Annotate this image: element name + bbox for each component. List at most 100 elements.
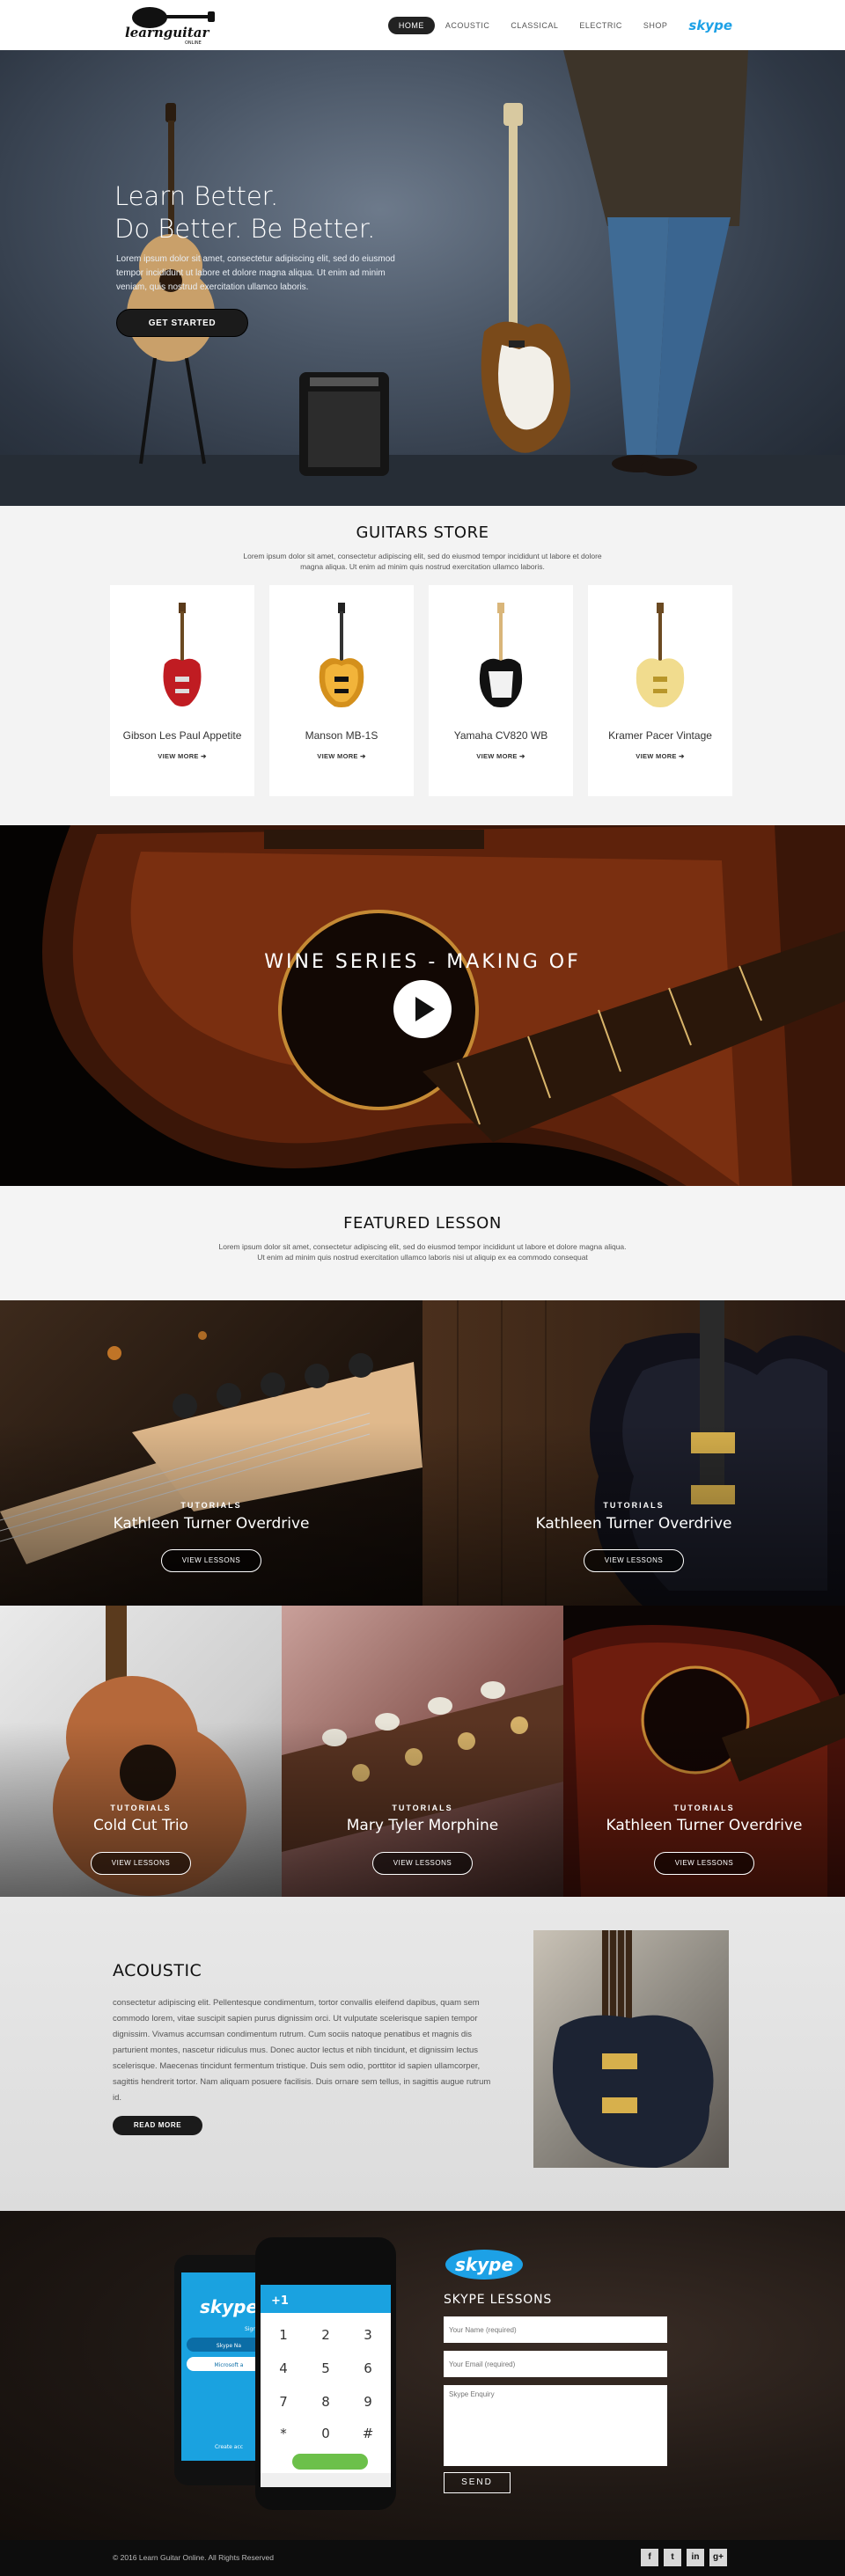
view-lessons-button[interactable]: VIEW LESSONS	[654, 1852, 754, 1875]
linkedin-icon[interactable]: in	[687, 2549, 704, 2566]
amplifier-illustration	[299, 372, 389, 476]
product-card[interactable]: Yamaha CV820 WB VIEW MORE ➔	[429, 585, 573, 796]
tablet-skype-logo: skype	[200, 2296, 258, 2317]
view-more-link[interactable]: VIEW MORE ➔	[588, 752, 732, 760]
view-lessons-button[interactable]: VIEW LESSONS	[584, 1549, 684, 1572]
dial-key: 6	[364, 2360, 372, 2376]
dial-key: 3	[364, 2327, 372, 2343]
facebook-icon[interactable]: f	[641, 2549, 658, 2566]
lesson-name: Cold Cut Trio	[93, 1817, 188, 1834]
hero-title-line2: Do Better. Be Better.	[114, 214, 376, 244]
nav-skype-logo[interactable]: skype	[688, 18, 732, 33]
lesson-grid-row-1: TUTORIALS Kathleen Turner Overdrive VIEW…	[0, 1300, 845, 1606]
dial-number: +1	[271, 2294, 289, 2308]
lesson-tile[interactable]: TUTORIALS Cold Cut Trio VIEW LESSONS	[0, 1606, 282, 1897]
nav-acoustic[interactable]: ACOUSTIC	[435, 17, 501, 34]
nav-electric[interactable]: ELECTRIC	[569, 17, 633, 34]
product-name: Yamaha CV820 WB	[453, 729, 548, 742]
skype-lessons-title: SKYPE LESSONS	[444, 2293, 553, 2307]
view-more-link[interactable]: VIEW MORE ➔	[429, 752, 573, 760]
dial-key: 4	[279, 2360, 288, 2376]
guitars-store-section: GUITARS STORE Lorem ipsum dolor sit amet…	[0, 506, 845, 825]
header: learnguitar ONLINE HOME ACOUSTIC CLASSIC…	[0, 0, 845, 50]
product-card[interactable]: Kramer Pacer Vintage VIEW MORE ➔	[588, 585, 732, 796]
lesson-name: Kathleen Turner Overdrive	[535, 1515, 732, 1533]
lesson-tag: TUTORIALS	[673, 1804, 735, 1812]
featured-subtitle-line2: Ut enim ad minim quis nostrud exercitati…	[257, 1253, 588, 1262]
lesson-tile[interactable]: TUTORIALS Kathleen Turner Overdrive VIEW…	[422, 1300, 845, 1606]
social-links: f t in g+	[641, 2549, 727, 2566]
lesson-tile[interactable]: TUTORIALS Kathleen Turner Overdrive VIEW…	[563, 1606, 845, 1897]
lesson-tag: TUTORIALS	[180, 1501, 242, 1510]
store-subtitle-line1: Lorem ipsum dolor sit amet, consectetur …	[243, 552, 602, 560]
view-lessons-button[interactable]: VIEW LESSONS	[161, 1549, 261, 1572]
featured-subtitle: Lorem ipsum dolor sit amet, consectetur …	[194, 1241, 651, 1262]
guitar-black-image	[479, 603, 523, 707]
product-name: Manson MB-1S	[305, 729, 378, 742]
email-field[interactable]	[444, 2351, 667, 2377]
video-section: WINE SERIES - MAKING OF	[0, 825, 845, 1186]
lesson-tag: TUTORIALS	[110, 1804, 172, 1812]
dial-key: 8	[321, 2394, 330, 2410]
product-list: Gibson Les Paul Appetite VIEW MORE ➔ Man…	[110, 585, 732, 796]
bass-guitar-illustration	[481, 103, 570, 453]
product-card[interactable]: Manson MB-1S VIEW MORE ➔	[269, 585, 414, 796]
dial-key: #	[363, 2426, 374, 2441]
lesson-grid-row-2: TUTORIALS Cold Cut Trio VIEW LESSONS TUT…	[0, 1606, 845, 1897]
main-nav: HOME ACOUSTIC CLASSICAL ELECTRIC SHOP sk…	[387, 17, 732, 34]
dial-key: 2	[321, 2327, 330, 2343]
dial-key: 0	[321, 2426, 330, 2441]
logo-text: learnguitar	[125, 25, 210, 40]
featured-title: FEATURED LESSON	[343, 1214, 502, 1233]
nav-shop[interactable]: SHOP	[633, 17, 679, 34]
site-logo[interactable]: learnguitar ONLINE	[114, 2, 220, 46]
lesson-name: Mary Tyler Morphine	[346, 1817, 499, 1834]
twitter-icon[interactable]: t	[664, 2549, 681, 2566]
black-guitar-image	[553, 1930, 714, 2168]
lesson-tile[interactable]: TUTORIALS Mary Tyler Morphine VIEW LESSO…	[282, 1606, 563, 1897]
hero-section: Learn Better. Do Better. Be Better. Lore…	[0, 50, 845, 506]
dial-key: 1	[279, 2327, 288, 2343]
page: learnguitar ONLINE HOME ACOUSTIC CLASSIC…	[0, 0, 845, 2576]
tablet-create: Create acc	[215, 2444, 243, 2450]
featured-lesson-header: FEATURED LESSON Lorem ipsum dolor sit am…	[0, 1186, 845, 1300]
view-lessons-button[interactable]: VIEW LESSONS	[372, 1852, 473, 1875]
play-button[interactable]	[393, 980, 452, 1038]
get-started-button[interactable]: GET STARTED	[116, 309, 248, 337]
nav-classical[interactable]: CLASSICAL	[500, 17, 569, 34]
dial-key: 7	[279, 2394, 288, 2410]
video-title: WINE SERIES - MAKING OF	[264, 951, 581, 973]
name-field[interactable]	[444, 2316, 667, 2343]
guitar-red-image	[163, 603, 202, 706]
send-button[interactable]: SEND	[444, 2472, 511, 2493]
lesson-tag: TUTORIALS	[603, 1501, 665, 1510]
dial-key: 9	[364, 2394, 372, 2410]
lesson-tile[interactable]: TUTORIALS Kathleen Turner Overdrive VIEW…	[0, 1300, 422, 1606]
dial-key: *	[280, 2426, 287, 2441]
hero-title: Learn Better. Do Better. Be Better.	[114, 180, 375, 245]
acoustic-photo	[533, 1930, 729, 2168]
view-lessons-button[interactable]: VIEW LESSONS	[91, 1852, 191, 1875]
product-name: Kramer Pacer Vintage	[608, 729, 712, 742]
store-title: GUITARS STORE	[356, 523, 489, 542]
skype-logo-text: skype	[455, 2254, 513, 2275]
tablet-item-1: Skype Na	[217, 2343, 242, 2349]
tablet-item-2: Microsoft a	[215, 2362, 244, 2368]
lesson-name: Kathleen Turner Overdrive	[113, 1515, 310, 1533]
enquiry-field[interactable]	[444, 2385, 667, 2466]
nav-home[interactable]: HOME	[387, 17, 435, 34]
dial-key: 5	[321, 2360, 330, 2376]
store-subtitle-line2: magna aliqua. Ut enim ad minim quis nost…	[300, 562, 545, 571]
skype-lessons-section: skype Sign in Skype Na Microsoft a Creat…	[0, 2211, 845, 2540]
read-more-button[interactable]: READ MORE	[113, 2116, 202, 2135]
google-plus-icon[interactable]: g+	[709, 2549, 727, 2566]
view-more-link[interactable]: VIEW MORE ➔	[110, 752, 254, 760]
lesson-tag: TUTORIALS	[392, 1804, 453, 1812]
hero-title-line1: Learn Better.	[114, 181, 279, 211]
hero-text: Lorem ipsum dolor sit amet, consectetur …	[116, 254, 395, 292]
acoustic-title: ACOUSTIC	[113, 1961, 202, 1980]
skype-lessons-logo: skype	[445, 2250, 523, 2280]
featured-subtitle-line1: Lorem ipsum dolor sit amet, consectetur …	[218, 1242, 627, 1251]
product-card[interactable]: Gibson Les Paul Appetite VIEW MORE ➔	[110, 585, 254, 796]
view-more-link[interactable]: VIEW MORE ➔	[269, 752, 414, 760]
